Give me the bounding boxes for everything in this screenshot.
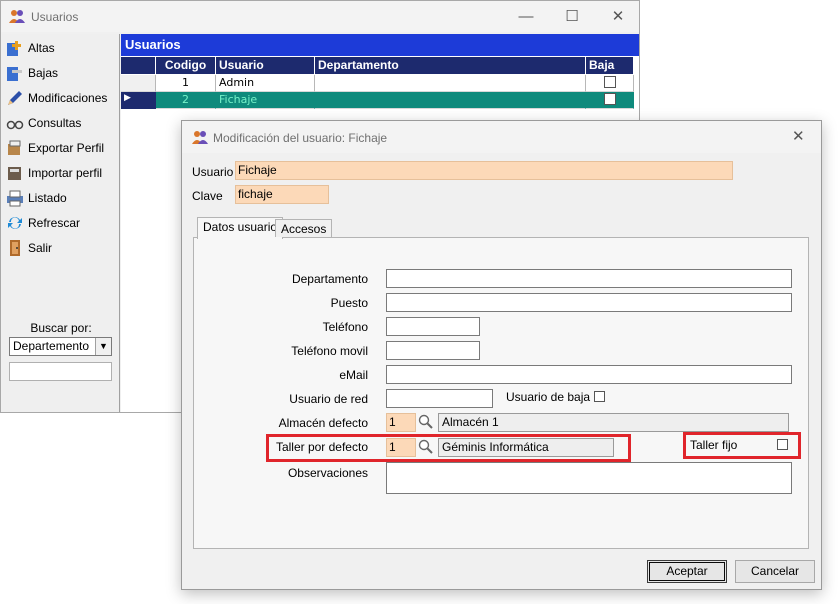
cell-usuario: Fichaje (216, 92, 315, 109)
close-icon[interactable]: ✕ (792, 127, 805, 145)
minimize-button[interactable]: — (503, 1, 549, 32)
cancelar-button[interactable]: Cancelar (735, 560, 815, 583)
importar-perfil-label: Importar perfil (28, 166, 103, 180)
cell-departamento (315, 75, 586, 92)
cell-usuario: Admin (216, 75, 315, 92)
users-icon (192, 131, 208, 144)
row-indicator (121, 75, 156, 92)
altas-label: Altas (28, 41, 55, 55)
taller-fijo-checkbox[interactable] (777, 439, 788, 450)
cell-baja (586, 92, 634, 109)
column-header-usuario[interactable]: Usuario (216, 57, 315, 74)
salir-button[interactable]: Salir (6, 236, 118, 260)
almacen-label: Almacén defecto (278, 416, 368, 430)
search-by-selected: Departemento (13, 339, 90, 353)
exportar-perfil-button[interactable]: Exportar Perfil (6, 136, 118, 160)
taller-fijo-label: Taller fijo (690, 438, 738, 452)
taller-code-field[interactable]: 1 (386, 438, 416, 457)
tab-datos-usuario[interactable]: Datos usuario (197, 217, 284, 239)
telefono-movil-label: Teléfono movil (291, 344, 368, 358)
pencil-icon (8, 91, 22, 105)
usuario-red-field[interactable] (386, 389, 493, 408)
taller-name-field: Géminis Informática (438, 438, 614, 457)
modificaciones-label: Modificaciones (28, 91, 108, 105)
export-icon (8, 140, 21, 155)
listado-label: Listado (28, 191, 67, 205)
taller-label: Taller por defecto (275, 440, 368, 454)
refresh-icon (8, 217, 22, 229)
users-icon (9, 10, 25, 23)
departamento-label: Departamento (291, 272, 368, 286)
email-field[interactable] (386, 365, 792, 384)
observaciones-field[interactable] (386, 462, 792, 494)
maximize-button[interactable]: ☐ (549, 1, 595, 32)
search-icon[interactable] (418, 439, 434, 455)
search-icon[interactable] (418, 414, 434, 430)
import-icon (8, 167, 21, 180)
puesto-field[interactable] (386, 293, 792, 312)
almacen-code-field[interactable]: 1 (386, 413, 416, 432)
email-label: eMail (339, 368, 368, 382)
column-header-codigo[interactable]: Codigo (156, 57, 216, 74)
tab-accesos[interactable]: Accesos (275, 219, 333, 237)
telefono-label: Teléfono (322, 320, 368, 334)
aceptar-button[interactable]: Aceptar (647, 560, 727, 583)
column-header-departamento[interactable]: Departamento (315, 57, 586, 74)
cell-baja (586, 75, 634, 92)
dialog-titlebar[interactable]: Modificación del usuario: Fichaje ✕ (182, 121, 821, 153)
usuario-field[interactable]: Fichaje (235, 161, 733, 180)
baja-checkbox[interactable] (603, 93, 616, 105)
search-label: Buscar por: (30, 321, 92, 335)
toolbar: Altas Bajas Modificaciones Consultas Exp… (2, 34, 120, 412)
listado-button[interactable]: Listado (6, 186, 118, 210)
exit-door-icon (10, 240, 20, 256)
almacen-name-field: Almacén 1 (438, 413, 789, 432)
baja-checkbox[interactable] (603, 76, 616, 88)
grid-title: Usuarios (121, 34, 639, 56)
cell-departamento (315, 92, 586, 109)
search-input[interactable] (9, 362, 112, 381)
clave-field[interactable]: fichaje (235, 185, 329, 204)
cell-codigo: 1 (156, 75, 216, 92)
window-title: Usuarios (31, 10, 79, 24)
add-user-icon (7, 41, 21, 56)
users-table: Codigo Usuario Departamento Baja 1 Admin… (121, 57, 639, 120)
consultas-label: Consultas (28, 116, 82, 130)
glasses-icon (6, 120, 24, 130)
refrescar-button[interactable]: Refrescar (6, 211, 118, 235)
search-by-select[interactable]: Departemento ▼ (9, 337, 112, 356)
telefono-movil-field[interactable] (386, 341, 480, 360)
importar-perfil-button[interactable]: Importar perfil (6, 161, 118, 185)
exportar-perfil-label: Exportar Perfil (28, 141, 105, 155)
bajas-button[interactable]: Bajas (6, 61, 118, 85)
printer-icon (7, 190, 23, 207)
bajas-label: Bajas (28, 66, 59, 80)
column-header-baja[interactable]: Baja (586, 57, 634, 74)
telefono-field[interactable] (386, 317, 480, 336)
row-pointer-icon: ▶ (121, 92, 156, 109)
consultas-button[interactable]: Consultas (6, 111, 118, 135)
close-button[interactable]: ✕ (595, 1, 641, 32)
observaciones-label: Observaciones (287, 466, 368, 480)
cell-codigo: 2 (156, 92, 216, 109)
clave-label: Clave (192, 189, 223, 203)
refrescar-label: Refrescar (28, 216, 81, 230)
usuario-baja-checkbox[interactable] (594, 391, 605, 402)
puesto-label: Puesto (330, 296, 368, 310)
remove-user-icon (7, 67, 22, 81)
usuario-label: Usuario (192, 165, 234, 179)
usuario-baja-label: Usuario de baja (506, 390, 591, 404)
main-titlebar[interactable]: Usuarios — ☐ ✕ (1, 1, 639, 32)
chevron-down-icon[interactable]: ▼ (95, 338, 111, 355)
altas-button[interactable]: Altas (6, 36, 118, 60)
row-indicator-header (121, 57, 156, 74)
modificaciones-button[interactable]: Modificaciones (6, 86, 118, 110)
salir-label: Salir (28, 241, 53, 255)
departamento-field[interactable] (386, 269, 792, 288)
dialog-title: Modificación del usuario: Fichaje (213, 131, 388, 145)
usuario-red-label: Usuario de red (289, 392, 368, 406)
